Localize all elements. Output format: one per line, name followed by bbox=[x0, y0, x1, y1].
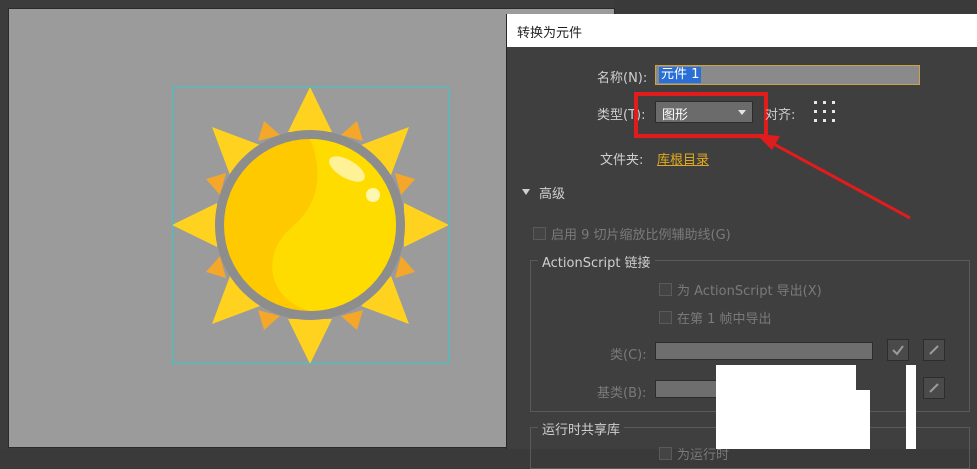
type-highlight-annotation bbox=[634, 92, 768, 138]
export-frame1-checkbox[interactable] bbox=[659, 311, 672, 324]
dialog-titlebar[interactable]: 转换为元件 bbox=[507, 14, 977, 47]
class-input[interactable] bbox=[655, 342, 873, 360]
occlusion-patch bbox=[856, 390, 870, 449]
occlusion-patch bbox=[906, 365, 916, 449]
export-actionscript-label: 为 ActionScript 导出(X) bbox=[677, 284, 822, 299]
dialog-title: 转换为元件 bbox=[517, 26, 583, 41]
folder-link[interactable]: 库根目录 bbox=[657, 149, 709, 168]
export-frame1-label: 在第 1 帧中导出 bbox=[677, 312, 772, 327]
triangle-down-icon[interactable] bbox=[521, 187, 531, 197]
selection-bounding-box bbox=[172, 87, 449, 364]
symbol-name-value: 元件 1 bbox=[659, 67, 702, 83]
pencil-icon bbox=[929, 345, 939, 355]
align-label: 对齐: bbox=[765, 108, 796, 123]
occlusion-patch bbox=[716, 365, 856, 449]
runtime-group-title: 运行时共享库 bbox=[538, 419, 625, 438]
class-validate-button[interactable] bbox=[887, 339, 909, 361]
base-class-edit-button[interactable] bbox=[923, 377, 945, 399]
folder-label: 文件夹: bbox=[600, 153, 644, 168]
class-edit-button[interactable] bbox=[923, 339, 945, 361]
registration-grid-icon[interactable] bbox=[813, 100, 837, 124]
enable-guides-checkbox[interactable] bbox=[533, 227, 546, 240]
name-label: 名称(N): bbox=[597, 71, 648, 86]
actionscript-group-title: ActionScript 链接 bbox=[538, 252, 655, 271]
advanced-toggle[interactable]: 高级 bbox=[539, 183, 565, 202]
checkmark-icon bbox=[892, 345, 904, 356]
export-actionscript-checkbox[interactable] bbox=[659, 283, 672, 296]
enable-guides-label: 启用 9 切片缩放比例辅助线(G) bbox=[551, 228, 731, 243]
symbol-name-input[interactable]: 元件 1 bbox=[655, 65, 920, 85]
class-label: 类(C): bbox=[610, 348, 647, 363]
pencil-icon bbox=[929, 383, 939, 393]
base-class-label: 基类(B): bbox=[597, 386, 647, 401]
